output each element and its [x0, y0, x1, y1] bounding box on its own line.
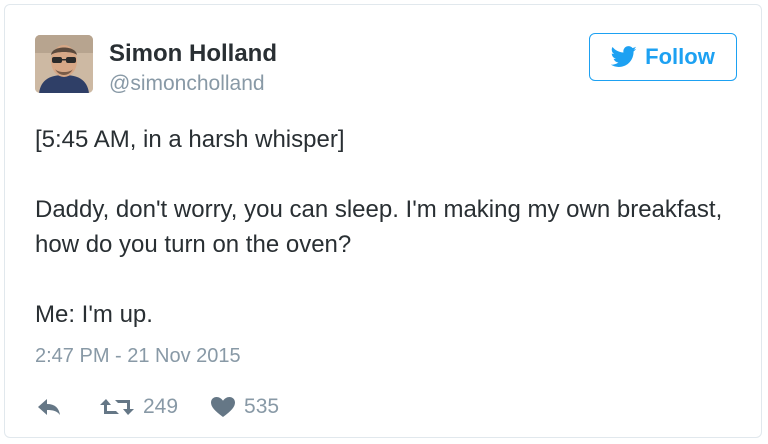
avatar[interactable] — [35, 35, 93, 93]
follow-button[interactable]: Follow — [589, 33, 737, 81]
tweet-line-2: Daddy, don't worry, you can sleep. I'm m… — [35, 196, 723, 258]
reply-icon — [38, 399, 60, 415]
retweet-icon — [100, 399, 134, 415]
like-count: 535 — [244, 395, 280, 418]
tweet-card: Simon Holland @simoncholland Follow [5:4… — [4, 4, 762, 438]
avatar-photo — [35, 35, 93, 93]
tweet-text: [5:45 AM, in a harsh whisper] Daddy, don… — [35, 122, 735, 332]
user-handle[interactable]: @simoncholland — [109, 72, 265, 96]
twitter-bird-icon — [611, 46, 637, 67]
heart-icon — [211, 397, 236, 417]
tweet-line-1: [5:45 AM, in a harsh whisper] — [35, 126, 345, 153]
retweet-count: 249 — [143, 395, 179, 418]
tweet-actions: 249 535 — [35, 395, 279, 419]
retweet-button[interactable]: 249 — [99, 395, 178, 419]
tweet-timestamp[interactable]: 2:47 PM - 21 Nov 2015 — [35, 345, 241, 368]
tweet-line-3: Me: I'm up. — [35, 301, 153, 328]
reply-button[interactable] — [35, 396, 63, 418]
follow-button-label: Follow — [645, 44, 715, 69]
user-name[interactable]: Simon Holland — [109, 40, 277, 68]
like-button[interactable]: 535 — [210, 395, 279, 419]
